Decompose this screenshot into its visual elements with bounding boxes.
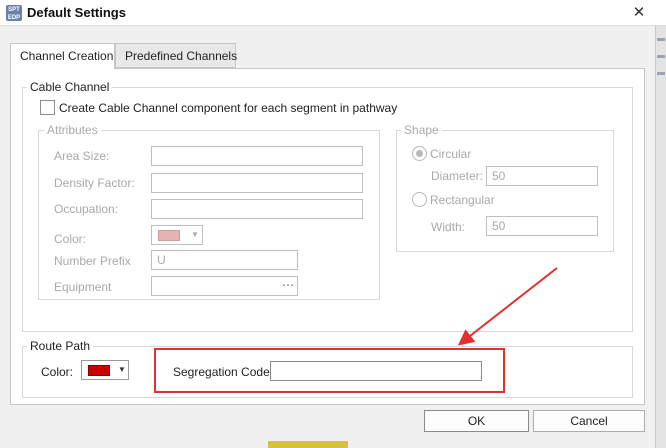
tab-channel-creation[interactable]: Channel Creation [10, 43, 115, 69]
background-app-fragment [268, 441, 348, 448]
annotation-arrow-line [457, 267, 558, 346]
